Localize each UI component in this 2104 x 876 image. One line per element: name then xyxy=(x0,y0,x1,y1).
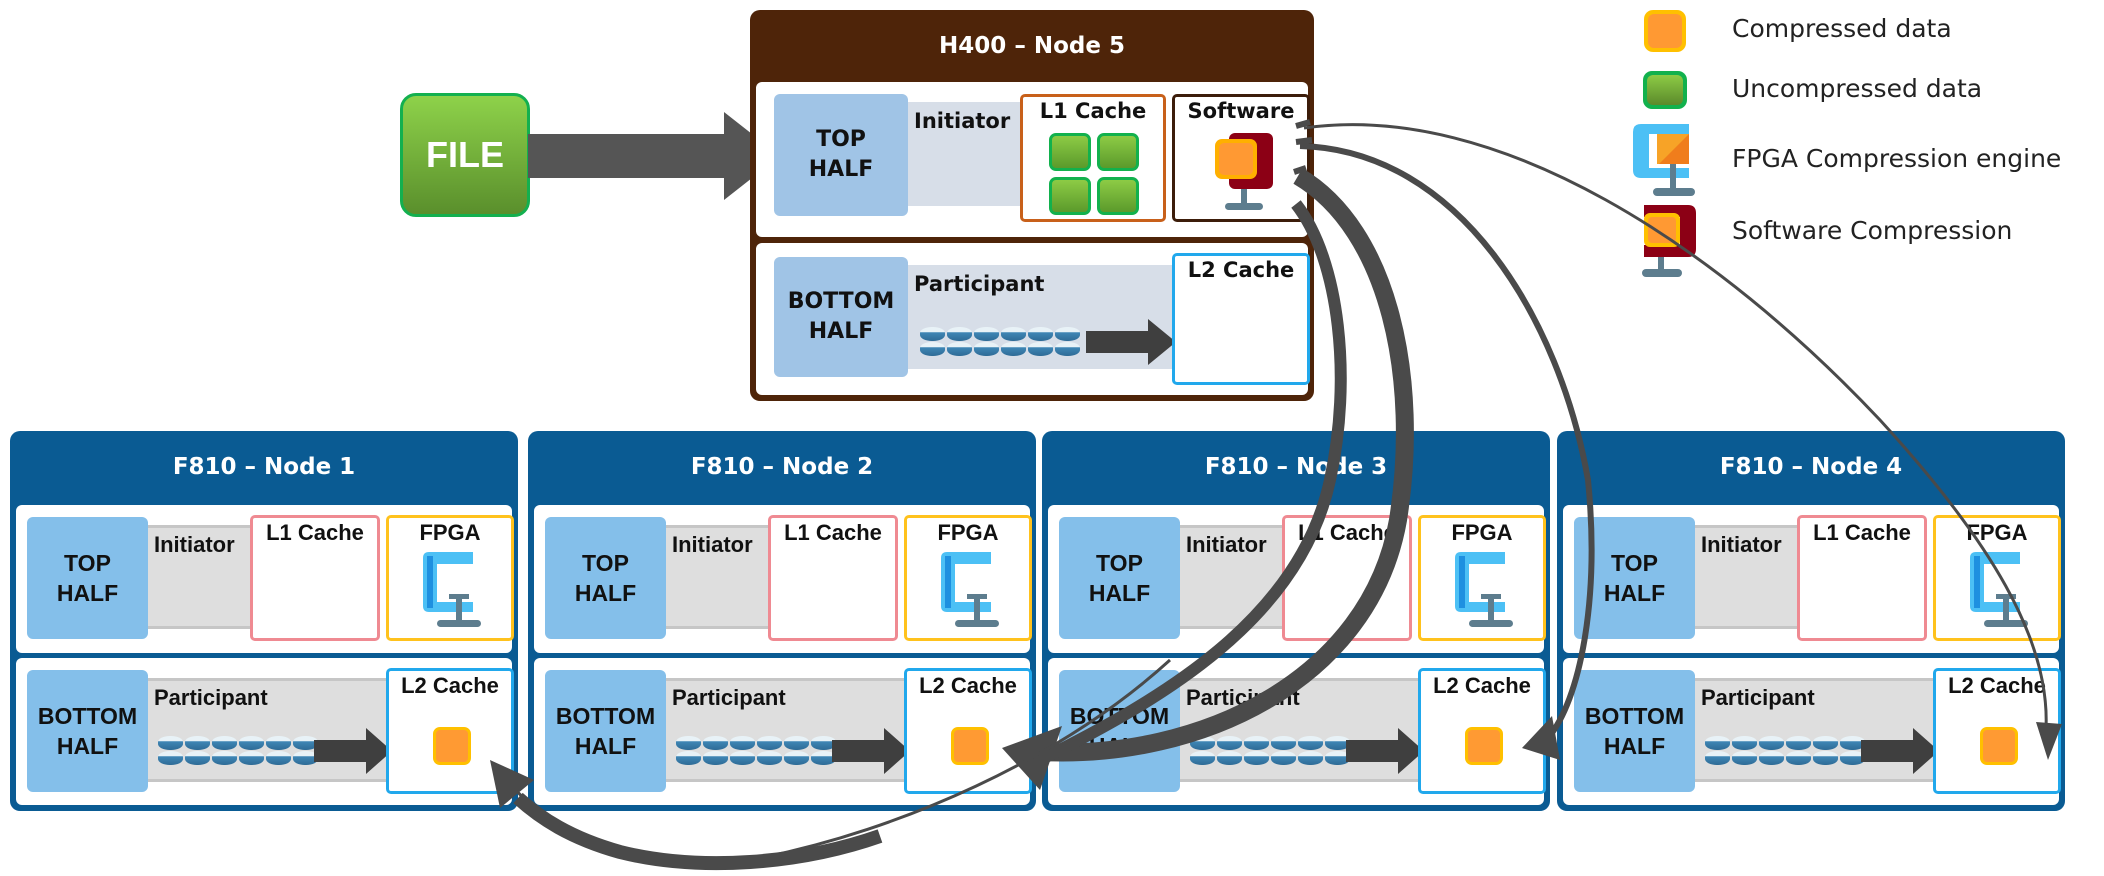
l2-cache-label: L2 Cache xyxy=(1187,258,1295,282)
uncompressed-data-block xyxy=(1049,133,1091,171)
l2-cache: L2 Cache xyxy=(904,668,1032,794)
fpga-label: FPGA xyxy=(419,520,481,545)
software-label: Software xyxy=(1187,99,1295,123)
l1-cache: L1 Cache xyxy=(1020,94,1166,222)
l1-cache-label: L1 Cache xyxy=(1039,99,1147,123)
l1-cache-label: L1 Cache xyxy=(266,520,364,545)
node-title: F810 – Node 1 xyxy=(172,454,356,480)
node-title: H400 – Node 5 xyxy=(939,33,1125,59)
disk-stack-icon xyxy=(158,736,318,766)
legend-label: FPGA Compression engine xyxy=(1732,144,2062,173)
top-half-panel: TOP HALF Initiator L1 Cache FPGA xyxy=(1563,505,2061,653)
bottom-half-panel: BOTTOM HALF Participant L2 Cache xyxy=(1563,658,2061,805)
fpga-box: FPGA xyxy=(1933,515,2061,641)
l1-cache: L1 Cache xyxy=(250,515,380,641)
initiator-label: Initiator xyxy=(1180,525,1284,629)
l1-cache-label: L1 Cache xyxy=(1813,520,1911,545)
software-compression-icon xyxy=(1215,133,1273,210)
f810-node-2: F810 – Node 2 TOP HALF Initiator L1 Cach… xyxy=(528,431,1036,811)
l2-cache: L2 Cache xyxy=(1933,668,2061,794)
legend-label: Uncompressed data xyxy=(1732,74,1983,103)
legend-label: Compressed data xyxy=(1732,14,1952,43)
participant-to-l2-arrow xyxy=(1861,728,1939,774)
h400-node-5: H400 – Node 5 TOP HALF Initiator L1 Cach… xyxy=(750,10,1314,401)
initiator-label: Initiator xyxy=(1695,525,1799,629)
fpga-label: FPGA xyxy=(1451,520,1513,545)
node-title: F810 – Node 4 xyxy=(1719,454,1903,480)
l1-cache: L1 Cache xyxy=(1797,515,1927,641)
top-half-label: TOP HALF xyxy=(545,517,666,639)
node-title: F810 – Node 2 xyxy=(690,454,874,480)
compressed-data-block xyxy=(1980,727,2018,765)
l2-cache: L2 Cache xyxy=(1172,253,1310,385)
fpga-label: FPGA xyxy=(937,520,999,545)
disk-stack-icon xyxy=(920,327,1080,357)
fpga-box: FPGA xyxy=(386,515,514,641)
fpga-compression-icon xyxy=(423,552,481,627)
l2-cache-label: L2 Cache xyxy=(919,673,1017,698)
f810-node-1: F810 – Node 1 TOP HALF Initiator L1 Cach… xyxy=(10,431,518,811)
l2-cache-label: L2 Cache xyxy=(1948,673,2046,698)
legend-label: Software Compression xyxy=(1732,216,2013,245)
participant-to-l2-arrow xyxy=(1346,728,1424,774)
fpga-compression-icon xyxy=(941,552,999,627)
l1-cache: L1 Cache xyxy=(1282,515,1412,641)
top-half-panel: TOP HALF Initiator L1 Cache FPGA xyxy=(534,505,1032,653)
top-half-label: TOP HALF xyxy=(1059,517,1180,639)
top-half-panel: TOP HALF Initiator L1 Cache FPGA xyxy=(16,505,514,653)
disk-stack-icon xyxy=(1705,736,1865,766)
l1-cache-label: L1 Cache xyxy=(784,520,882,545)
disk-stack-icon xyxy=(1190,736,1350,766)
l1-cache-label: L1 Cache xyxy=(1298,520,1396,545)
uncompressed-data-block xyxy=(1097,133,1139,171)
participant-to-l2-arrow xyxy=(832,728,910,774)
bottom-half-panel: BOTTOM HALF Participant L2 Cache xyxy=(756,243,1310,395)
top-half-label: TOP HALF xyxy=(27,517,148,639)
fpga-compression-engine-icon xyxy=(1633,124,1695,196)
node-title: F810 – Node 3 xyxy=(1204,454,1388,480)
l2-cache-label: L2 Cache xyxy=(1433,673,1531,698)
bottom-half-label: BOTTOM HALF xyxy=(545,670,666,792)
l2-cache: L2 Cache xyxy=(1418,668,1546,794)
participant-to-l2-arrow xyxy=(314,728,392,774)
file-to-node5-arrow xyxy=(528,112,780,200)
uncompressed-data-block xyxy=(1097,177,1139,215)
initiator-label: Initiator xyxy=(908,102,1020,206)
top-half-label: TOP HALF xyxy=(774,94,908,216)
initiator-label: Initiator xyxy=(666,525,770,629)
disk-stack-icon xyxy=(676,736,836,766)
top-half-panel: TOP HALF Initiator L1 Cache Software xyxy=(756,82,1310,237)
compressed-data-block xyxy=(951,727,989,765)
software-compression-icon xyxy=(1642,205,1696,277)
compressed-data-block xyxy=(1465,727,1503,765)
l1-cache: L1 Cache xyxy=(768,515,898,641)
fpga-compression-icon xyxy=(1455,552,1513,627)
bottom-half-label: BOTTOM HALF xyxy=(774,257,908,377)
bottom-half-label: BOTTOM HALF xyxy=(1574,670,1695,792)
initiator-label: Initiator xyxy=(148,525,252,629)
bottom-half-panel: BOTTOM HALF Participant L2 Cache xyxy=(534,658,1032,805)
top-half-label: TOP HALF xyxy=(1574,517,1695,639)
f810-node-3: F810 – Node 3 TOP HALF Initiator L1 Cach… xyxy=(1042,431,1550,811)
l2-cache: L2 Cache xyxy=(386,668,514,794)
participant-to-l2-arrow xyxy=(1086,319,1176,365)
l2-cache-label: L2 Cache xyxy=(401,673,499,698)
compressed-data-block xyxy=(433,727,471,765)
f810-node-4: F810 – Node 4 TOP HALF Initiator L1 Cach… xyxy=(1557,431,2065,811)
compressed-data-icon xyxy=(1644,10,1686,52)
bottom-half-panel: BOTTOM HALF Participant L2 Cache xyxy=(16,658,514,805)
top-half-panel: TOP HALF Initiator L1 Cache FPGA xyxy=(1048,505,1546,653)
bottom-half-label: BOTTOM HALF xyxy=(27,670,148,792)
fpga-box: FPGA xyxy=(1418,515,1546,641)
bottom-half-panel: BOTTOM HALF Participant L2 Cache xyxy=(1048,658,1546,805)
uncompressed-data-icon xyxy=(1643,71,1687,109)
fpga-label: FPGA xyxy=(1966,520,2028,545)
bottom-half-label: BOTTOM HALF xyxy=(1059,670,1180,792)
software-box: Software xyxy=(1172,94,1310,222)
fpga-compression-icon xyxy=(1970,552,2028,627)
fpga-box: FPGA xyxy=(904,515,1032,641)
file-block: FILE xyxy=(400,93,530,217)
uncompressed-data-block xyxy=(1049,177,1091,215)
